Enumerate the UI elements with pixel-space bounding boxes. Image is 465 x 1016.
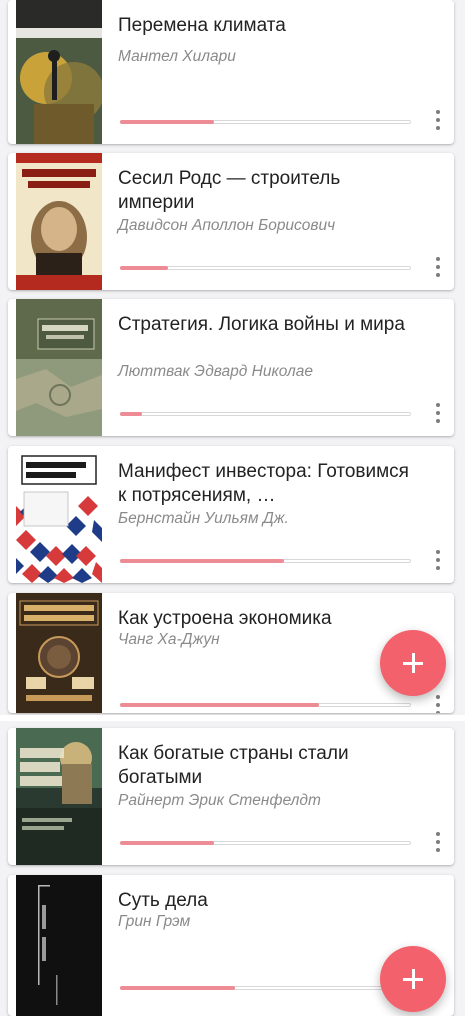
reading-progress-bar [120,986,411,990]
more-vertical-icon[interactable] [430,109,446,131]
more-vertical-icon[interactable] [430,256,446,278]
book-card[interactable]: Сесил Родс — строитель империи Давидсон … [8,153,454,290]
book-card[interactable]: Манифест инвестора: Готовимся к потрясен… [8,446,454,583]
book-cover [16,875,102,1016]
book-cover [16,446,102,583]
reading-progress-fill [120,412,143,416]
more-vertical-icon[interactable] [430,694,446,713]
book-cover [16,299,102,436]
book-title: Суть дела [118,890,208,911]
reading-progress-bar [120,412,411,416]
reading-progress-fill [120,986,235,990]
reading-progress-bar [120,703,411,707]
book-card[interactable]: Стратегия. Логика войны и мира Люттвак Э… [8,299,454,436]
book-author: Грин Грэм [118,913,191,930]
book-author: Мантел Хилари [118,48,236,65]
reading-progress-bar [120,120,411,124]
book-title: Перемена климата [118,15,286,36]
reading-progress-fill [120,266,169,270]
add-book-button[interactable] [380,630,446,696]
list-divider [0,715,465,721]
book-card[interactable]: Перемена климата Мантел Хилари [8,0,454,144]
book-cover [16,153,102,290]
book-title: Как богатые страны стали богатыми [118,743,349,788]
book-author: Люттвак Эдвард Николае [118,363,314,380]
book-author: Райнерт Эрик Стенфелдт [118,792,321,809]
reading-progress-fill [120,703,319,707]
book-title: Манифест инвестора: Готовимся к потрясен… [118,461,409,506]
book-cover [16,728,102,865]
book-author: Бернстайн Уильям Дж. [118,510,289,527]
book-author: Давидсон Аполлон Борисович [118,217,336,234]
reading-progress-fill [120,841,215,845]
more-vertical-icon[interactable] [430,549,446,571]
reading-progress-bar [120,841,411,845]
reading-progress-fill [120,120,215,124]
book-cover [16,593,102,713]
book-title: Как устроена экономика [118,608,332,629]
book-title: Сесил Родс — строитель империи [118,168,341,213]
book-title: Стратегия. Логика войны и мира [118,314,405,335]
book-cover [16,0,102,144]
reading-progress-bar [120,266,411,270]
reading-progress-bar [120,559,411,563]
more-vertical-icon[interactable] [430,831,446,853]
book-card[interactable]: Как богатые страны стали богатыми Райнер… [8,728,454,865]
add-book-button[interactable] [380,946,446,1012]
more-vertical-icon[interactable] [430,402,446,424]
book-list: Перемена климата Мантел Хилари Сесил Род… [0,0,465,1016]
reading-progress-fill [120,559,284,563]
